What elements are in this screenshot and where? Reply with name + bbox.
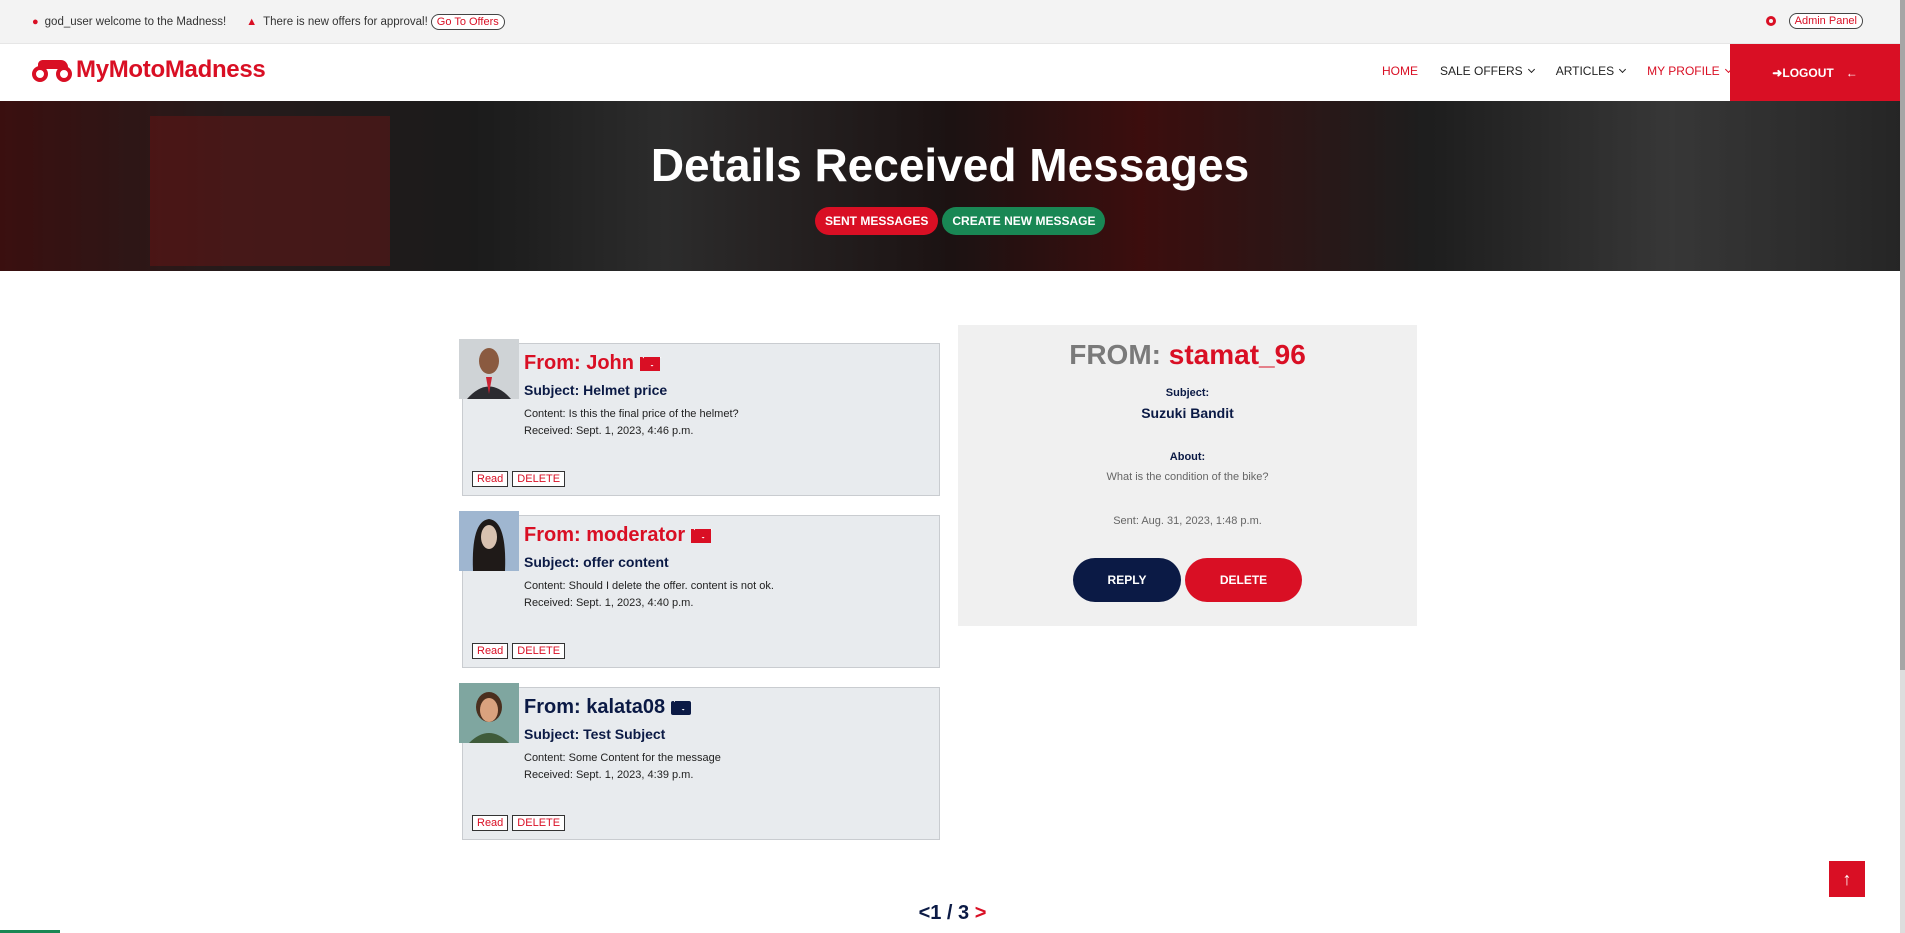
main-nav: HOME SALE OFFERS ARTICLES MY PROFILE [1382,64,1753,78]
avatar [459,683,519,743]
logout-button[interactable]: ➜ LOGOUT ← [1730,44,1900,101]
delete-button[interactable]: DELETE [512,471,566,487]
warning-icon: ▲ [246,16,258,28]
navbar: MyMotoMadness HOME SALE OFFERS ARTICLES … [0,44,1905,101]
delete-button[interactable]: DELETE [512,643,566,659]
brand-logo[interactable]: MyMotoMadness [32,56,266,84]
envelope-open-icon [671,700,692,715]
detail-about-label: About: [1169,451,1206,463]
chevron-down-icon [1527,65,1535,74]
message-card: From: moderator Subject: offer content C… [459,511,940,668]
nav-articles[interactable]: ARTICLES [1556,64,1627,78]
detail-sent: Sent: Aug. 31, 2023, 1:48 p.m. [1113,515,1262,527]
go-to-offers-button[interactable]: Go To Offers [430,14,505,30]
read-button[interactable]: Read [472,815,509,831]
welcome-text: god_user welcome to the Madness! [44,16,227,28]
message-subject: Subject: offer content [524,554,669,570]
arrow-up-icon: ↑ [1842,868,1852,889]
delete-button[interactable]: DELETE [512,815,566,831]
detail-subject-label: Subject: [1165,387,1210,399]
message-content: Content: Should I delete the offer. cont… [524,580,774,592]
message-received: Received: Sept. 1, 2023, 4:39 p.m. [524,769,694,781]
reply-button[interactable]: REPLY [1073,558,1181,602]
top-bar: ● god_user welcome to the Madness! ▲ The… [0,0,1905,44]
user-icon: ● [32,16,39,28]
notice-text: There is new offers for approval! [263,16,428,28]
detail-from: FROM: stamat_96 [1069,339,1306,370]
back-to-top-button[interactable]: ↑ [1829,861,1865,897]
arrow-right-icon: ➜ [1772,65,1783,80]
message-card: From: kalata08 Subject: Test Subject Con… [459,683,940,840]
motorcycle-icon [32,56,74,84]
gear-icon [1765,16,1776,26]
next-page-link[interactable]: > [975,902,987,924]
scrollbar[interactable] [1900,0,1905,933]
admin-panel-button[interactable]: Admin Panel [1788,13,1863,29]
prev-page-link[interactable]: < [919,902,931,924]
detail-about-value: What is the condition of the bike? [1106,471,1269,483]
brand-name: MyMotoMadness [76,56,266,83]
page-title: Details Received Messages [650,139,1250,191]
page-indicator: 1 / 3 [930,902,970,924]
pagination: <1 / 3 > [0,902,1905,925]
message-detail-panel: FROM: stamat_96 Subject: Suzuki Bandit A… [958,325,1417,626]
message-content: Content: Some Content for the message [524,752,721,764]
message-from[interactable]: From: kalata08 [524,696,692,719]
detail-delete-button[interactable]: DELETE [1185,558,1302,602]
read-button[interactable]: Read [472,471,509,487]
detail-subject-value: Suzuki Bandit [1141,405,1234,421]
message-from[interactable]: From: moderator [524,524,712,547]
envelope-icon [640,356,660,371]
envelope-icon [691,528,712,543]
message-subject: Subject: Test Subject [524,726,666,742]
arrow-left-icon: ← [1845,65,1858,80]
hero-banner: Details Received Messages SENT MESSAGES … [0,101,1900,271]
message-from[interactable]: From: John [524,352,660,375]
nav-my-profile[interactable]: MY PROFILE [1647,64,1732,78]
sent-messages-button[interactable]: SENT MESSAGES [815,207,939,235]
message-subject: Subject: Helmet price [524,382,668,398]
message-received: Received: Sept. 1, 2023, 4:40 p.m. [524,597,694,609]
avatar [459,339,519,399]
nav-home[interactable]: HOME [1382,64,1418,78]
nav-sale-offers[interactable]: SALE OFFERS [1440,64,1535,78]
create-message-button[interactable]: CREATE NEW MESSAGE [942,207,1106,235]
message-received: Received: Sept. 1, 2023, 4:46 p.m. [524,425,694,437]
message-content: Content: Is this the final price of the … [524,408,739,420]
message-card: From: John Subject: Helmet price Content… [459,339,940,496]
avatar [459,511,519,571]
chevron-down-icon [1619,65,1627,74]
read-button[interactable]: Read [472,643,509,659]
